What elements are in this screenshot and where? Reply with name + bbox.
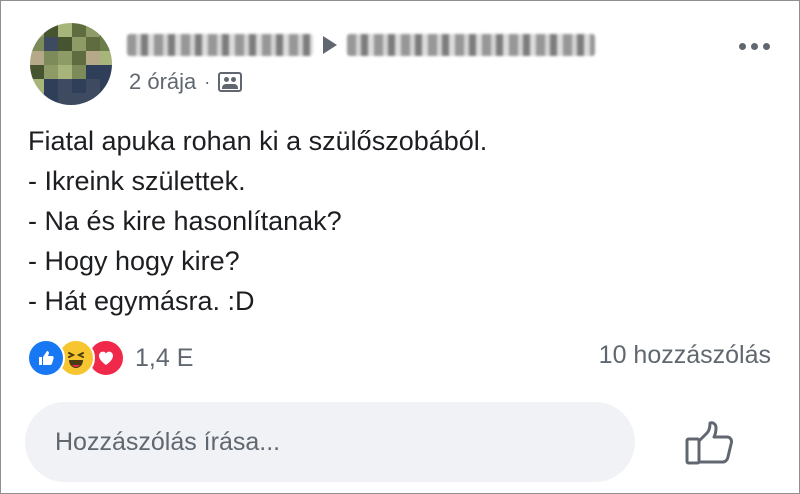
author-name-obscured[interactable] [127,34,313,56]
target-name-obscured[interactable] [347,34,595,56]
shared-to-arrow-icon [323,36,337,54]
group-audience-icon[interactable] [218,72,243,92]
post-body: Fiatal apuka rohan ki a szülőszobából. -… [28,121,487,321]
post-timestamp[interactable]: 2 órája [129,69,196,95]
comment-input[interactable] [53,426,635,458]
reaction-count: 1,4 E [135,343,194,372]
post-meta: 2 órája · [129,69,243,95]
more-options-icon[interactable] [739,43,770,50]
post-line: - Hát egymásra. :D [28,286,255,316]
meta-separator: · [204,71,211,92]
author-avatar[interactable] [30,23,112,105]
post-line: - Na és kire hasonlítanak? [28,206,342,236]
like-icon [27,339,65,377]
post-card: 2 órája · Fiatal apuka rohan ki a szülős… [0,0,800,494]
thumbs-up-icon[interactable] [681,413,741,469]
post-line: - Hogy hogy kire? [28,246,240,276]
post-line: - Ikreink születtek. [28,166,246,196]
comment-count-link[interactable]: 10 hozzászólás [599,341,771,370]
comment-composer[interactable] [25,402,635,482]
post-header-names [127,31,595,59]
reactions-summary[interactable]: 1,4 E [27,339,193,377]
post-line: Fiatal apuka rohan ki a szülőszobából. [28,126,488,156]
